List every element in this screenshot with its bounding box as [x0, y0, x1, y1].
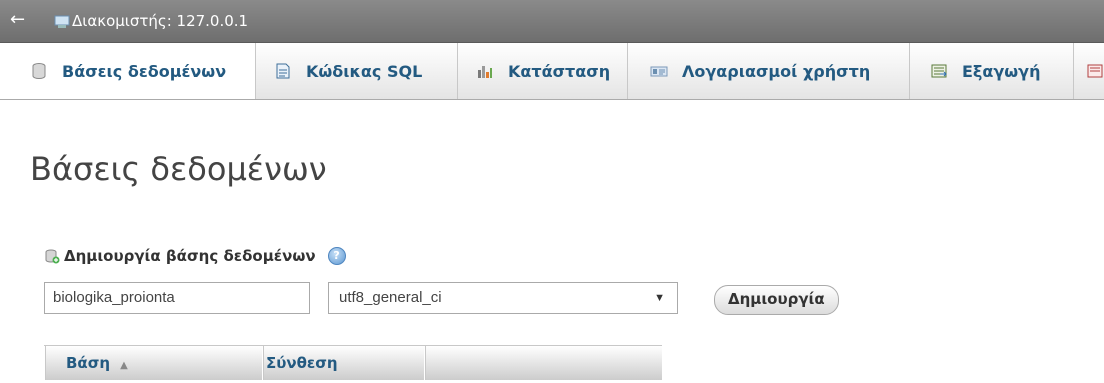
collation-select[interactable]: utf8_general_ci ▼ — [328, 282, 678, 314]
tab-status[interactable]: Κατάσταση — [458, 43, 628, 99]
tab-user-accounts-label: Λογαριασμοί χρήστη — [682, 61, 871, 81]
status-icon — [478, 66, 492, 78]
column-header-database-label: Βάση — [66, 354, 111, 372]
tab-databases-label: Βάσεις δεδομένων — [62, 61, 227, 81]
server-link[interactable]: Διακομιστής: 127.0.0.1 — [72, 12, 248, 30]
databases-table-header: Βάση ▲ Σύνθεση — [44, 345, 662, 380]
create-database-label: Δημιουργία βάσης δεδομένων — [64, 247, 316, 265]
tab-import[interactable] — [1074, 43, 1104, 99]
tab-export[interactable]: Εξαγωγή — [910, 43, 1074, 99]
sort-asc-icon: ▲ — [120, 360, 128, 371]
tab-status-label: Κατάσταση — [508, 61, 611, 81]
create-button[interactable]: Δημιουργία — [714, 285, 839, 315]
new-database-icon — [45, 249, 60, 264]
database-name-input[interactable]: biologika_proionta — [44, 282, 310, 314]
export-icon — [931, 64, 947, 78]
create-database-heading: Δημιουργία βάσης δεδομένων ? — [44, 247, 346, 265]
tab-export-label: Εξαγωγή — [962, 61, 1041, 81]
help-icon[interactable]: ? — [327, 247, 346, 265]
select-column-header — [44, 346, 45, 380]
import-icon — [1087, 64, 1103, 78]
column-header-collation[interactable]: Σύνθεση — [266, 346, 425, 380]
tab-user-accounts[interactable]: Λογαριασμοί χρήστη — [628, 43, 910, 99]
server-breadcrumb-bar: ← Διακομιστής: 127.0.0.1 — [0, 0, 1104, 43]
server-icon — [54, 15, 70, 28]
database-icon — [32, 63, 46, 80]
users-icon — [650, 66, 668, 77]
tab-sql[interactable]: Κώδικας SQL — [256, 43, 458, 99]
tab-databases[interactable]: Βάσεις δεδομένων — [0, 43, 256, 99]
main-tabs: Βάσεις δεδομένων Κώδικας SQL Κατάσταση Λ… — [0, 43, 1104, 100]
sql-icon — [276, 63, 290, 79]
column-header-database[interactable]: Βάση ▲ — [66, 346, 263, 380]
column-header-collation-label: Σύνθεση — [266, 354, 338, 372]
collation-value: utf8_general_ci — [339, 289, 442, 306]
tab-sql-label: Κώδικας SQL — [306, 61, 423, 81]
page-title: Βάσεις δεδομένων — [30, 150, 327, 188]
back-arrow-icon[interactable]: ← — [10, 10, 30, 30]
dropdown-arrow-icon: ▼ — [654, 292, 665, 304]
